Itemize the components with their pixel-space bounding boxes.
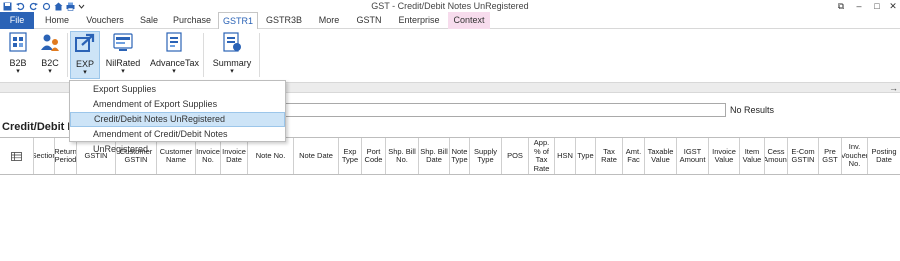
column-header[interactable]: Invoice No. <box>196 138 221 174</box>
column-header[interactable]: Customer Name <box>157 138 196 174</box>
grid-icon <box>11 151 22 161</box>
exp-button[interactable]: EXP ▾ <box>70 31 100 79</box>
chevron-down-icon: ▾ <box>48 68 52 75</box>
arrow-right-icon[interactable]: → <box>889 83 898 93</box>
tab-gstn[interactable]: GSTN <box>350 12 388 29</box>
nilrated-button[interactable]: NilRated ▾ <box>104 31 142 79</box>
column-header[interactable]: Note No. <box>248 138 294 174</box>
advancetax-icon <box>163 31 185 53</box>
column-header[interactable]: Return Period <box>55 138 77 174</box>
section-title: Credit/Debit N <box>2 121 76 133</box>
column-header[interactable]: Invoice Date <box>221 138 248 174</box>
column-header[interactable]: Tax Rate <box>596 138 623 174</box>
menu-item-credit-debit-unregistered[interactable]: Credit/Debit Notes UnRegistered <box>70 112 285 127</box>
exp-label: EXP <box>75 59 94 69</box>
tab-more[interactable]: More <box>312 12 346 29</box>
close-icon[interactable]: ✕ <box>884 0 900 12</box>
column-header[interactable]: Inv. Voucher No. <box>842 138 868 174</box>
chevron-down-icon: ▾ <box>16 68 20 75</box>
column-header[interactable]: Shp. Bill No. <box>386 138 419 174</box>
menu-item-export-supplies[interactable]: Export Supplies <box>70 82 285 97</box>
column-header[interactable]: Posting Date <box>868 138 900 174</box>
ribbon: B2B ▾ B2C ▾ EXP ▾ NilRated ▾ AdvanceTax … <box>0 29 900 83</box>
column-header[interactable]: Amt. Fac <box>623 138 645 174</box>
advancetax-button[interactable]: AdvanceTax ▾ <box>150 31 200 79</box>
b2b-icon <box>7 31 29 53</box>
menu-item-amendment-export-supplies[interactable]: Amendment of Export Supplies <box>70 97 285 112</box>
column-header[interactable]: Section <box>34 138 55 174</box>
column-header[interactable]: Taxable Value <box>645 138 677 174</box>
ribbon-separator <box>67 33 68 77</box>
tab-sale[interactable]: Sale <box>134 12 164 29</box>
column-header[interactable]: Pre GST <box>819 138 842 174</box>
export-icon <box>74 32 96 54</box>
column-header[interactable]: Exp Type <box>339 138 362 174</box>
column-header[interactable]: Cess Amount <box>765 138 788 174</box>
column-header[interactable]: Item Value <box>740 138 765 174</box>
b2c-button[interactable]: B2C ▾ <box>36 31 64 79</box>
search-input[interactable] <box>284 103 726 117</box>
tab-purchase[interactable]: Purchase <box>168 12 216 29</box>
column-header[interactable]: Port Code <box>362 138 386 174</box>
advancetax-label: AdvanceTax <box>150 58 200 68</box>
chevron-down-icon: ▾ <box>172 68 176 75</box>
summary-button[interactable]: Summary ▾ <box>212 31 252 79</box>
b2c-label: B2C <box>41 58 59 68</box>
results-count: No Results <box>730 105 775 115</box>
chevron-down-icon: ▾ <box>83 69 87 76</box>
minimize-icon[interactable]: – <box>850 0 868 12</box>
nilrated-label: NilRated <box>105 58 141 68</box>
title-bar: GST - Credit/Debit Notes UnRegistered ⧉ … <box>0 0 900 12</box>
column-header[interactable]: IGST Amount <box>677 138 709 174</box>
ribbon-separator <box>259 33 260 77</box>
column-header[interactable]: Supply Type <box>470 138 502 174</box>
ribbon-tab-bar: File Home Vouchers Sale Purchase GSTR1 G… <box>0 12 900 30</box>
summary-icon <box>221 31 243 53</box>
nilrated-icon <box>112 31 134 53</box>
column-header[interactable]: Type <box>576 138 596 174</box>
column-header[interactable]: POS <box>502 138 529 174</box>
column-chooser[interactable] <box>0 138 34 174</box>
b2b-button[interactable]: B2B ▾ <box>4 31 32 79</box>
tab-context[interactable]: Context <box>448 12 490 29</box>
chevron-down-icon: ▾ <box>121 68 125 75</box>
tab-enterprise[interactable]: Enterprise <box>392 12 446 29</box>
ribbon-separator <box>203 33 204 77</box>
exp-dropdown-menu: Export Supplies Amendment of Export Supp… <box>69 80 286 154</box>
column-header[interactable]: Note Type <box>450 138 470 174</box>
tab-vouchers[interactable]: Vouchers <box>80 12 130 29</box>
column-header[interactable]: App. % of Tax Rate <box>529 138 555 174</box>
summary-label: Summary <box>212 58 252 68</box>
column-header[interactable]: HSN <box>555 138 576 174</box>
column-header[interactable]: Invoice Value <box>709 138 740 174</box>
column-header[interactable]: E-Com GSTIN <box>788 138 819 174</box>
tab-gstr3b[interactable]: GSTR3B <box>262 12 306 29</box>
tab-home[interactable]: Home <box>38 12 76 29</box>
menu-item-amendment-credit-debit-unregistered[interactable]: Amendment of Credit/Debit Notes UnRegist… <box>70 127 285 154</box>
window-title: GST - Credit/Debit Notes UnRegistered <box>371 1 529 11</box>
b2b-label: B2B <box>9 58 27 68</box>
column-header[interactable]: Note Date <box>294 138 339 174</box>
tab-file[interactable]: File <box>0 12 34 29</box>
b2c-icon <box>39 31 61 53</box>
tab-gstr1[interactable]: GSTR1 <box>218 12 258 30</box>
column-header[interactable]: Shp. Bill Date <box>419 138 450 174</box>
chevron-down-icon: ▾ <box>230 68 234 75</box>
restore-icon[interactable]: ⧉ <box>832 0 850 12</box>
